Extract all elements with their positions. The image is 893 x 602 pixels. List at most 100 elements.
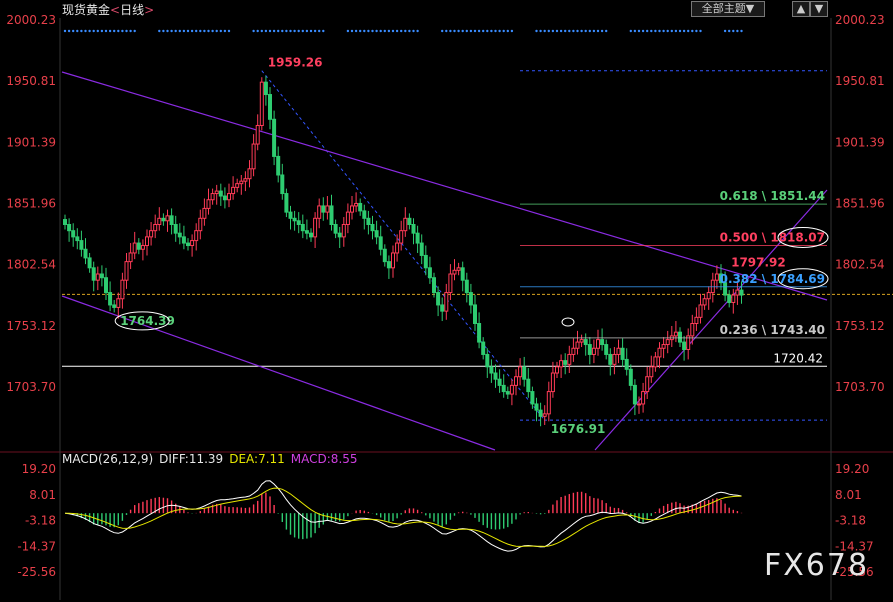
candle-body [628, 368, 633, 386]
candle-body [91, 267, 96, 281]
arrow-down-icon: ▼ [814, 2, 824, 15]
candle-body [153, 223, 158, 232]
candle-body [309, 232, 313, 238]
event-dot [682, 29, 686, 33]
event-dot [588, 29, 591, 33]
event-dot [367, 29, 370, 33]
event-dot [383, 29, 386, 33]
event-dot [559, 29, 563, 33]
candle-body [280, 174, 285, 195]
candle-body [292, 217, 297, 222]
candle-body [259, 81, 264, 126]
candle-body [202, 207, 207, 219]
event-dot [449, 29, 452, 33]
event-dot [363, 29, 366, 33]
event-dot [96, 29, 100, 33]
candle-body [391, 252, 395, 269]
event-dot [227, 29, 231, 33]
candle-body [624, 358, 629, 370]
event-dot [297, 29, 300, 33]
event-dot [88, 29, 91, 33]
candle-body [247, 168, 252, 180]
candle-body [136, 242, 141, 250]
candlestick-chart[interactable]: 1720.42 0.618 \ 1851.44 0.500 \ 1818.07 0.… [0, 0, 893, 602]
event-dot [490, 29, 493, 33]
candle-body [419, 242, 424, 256]
event-dot [498, 29, 501, 33]
event-dot [564, 29, 567, 33]
candle-body [341, 223, 346, 238]
candle-body [120, 279, 125, 300]
event-dot [650, 29, 653, 33]
candle-body [485, 353, 490, 368]
event-dot [281, 29, 284, 33]
candle-body [149, 230, 154, 238]
candle-body [550, 372, 555, 393]
period-selector[interactable]: <日线> [110, 3, 154, 17]
event-dot [465, 29, 468, 33]
price-annotation: 1764.39 [120, 314, 175, 328]
candle-body [75, 236, 80, 242]
price-annotation: 1959.26 [268, 56, 323, 70]
candle-body [378, 236, 383, 250]
event-dot [502, 29, 505, 33]
event-dot [736, 29, 739, 33]
price-tick-right: 1703.70 [835, 380, 885, 394]
period-next[interactable]: > [144, 3, 154, 17]
event-dot [92, 29, 95, 33]
candle-body [386, 261, 391, 269]
candle-body [571, 347, 576, 355]
candle-body [337, 232, 342, 238]
event-dot [494, 29, 497, 33]
candle-body [481, 341, 486, 355]
event-dot [453, 29, 456, 33]
event-dot [190, 29, 194, 33]
candle-body [727, 294, 732, 303]
candle-body [382, 248, 387, 263]
candle-body [161, 217, 166, 222]
macd-tick-left: -25.56 [17, 565, 56, 579]
event-dot [687, 29, 690, 33]
candle-body [104, 277, 108, 294]
scroll-down-button[interactable]: ▼ [810, 1, 828, 17]
candle-body [214, 190, 219, 195]
candle-body [329, 205, 334, 225]
candle-body [530, 391, 535, 405]
candle-body [612, 353, 617, 365]
instrument-name: 现货黄金 [62, 3, 111, 17]
candle-body [690, 323, 695, 337]
event-dot [375, 29, 378, 33]
event-dot [576, 29, 579, 33]
period-prev[interactable]: < [110, 3, 120, 17]
event-dot [486, 29, 489, 33]
scroll-up-button[interactable]: ▲ [792, 1, 810, 17]
candle-body [362, 210, 367, 219]
candle-body [579, 339, 584, 343]
theme-dropdown[interactable]: 全部主题▼ [691, 1, 765, 17]
event-dot [272, 29, 276, 33]
candle-body [95, 273, 100, 281]
event-dot [162, 29, 165, 33]
event-dot [359, 29, 362, 33]
candle-body [637, 403, 641, 406]
event-dot [178, 29, 181, 33]
candle-body [509, 384, 514, 395]
event-dot [166, 29, 169, 33]
macd-tick-left: -14.37 [17, 539, 56, 553]
candle-body [501, 384, 506, 393]
macd-tick-right: 8.01 [835, 488, 862, 502]
candle-body [169, 215, 174, 225]
candle-body [395, 242, 400, 254]
candle-body [128, 252, 133, 263]
period-label: 日线 [120, 3, 145, 17]
candle-body [333, 223, 338, 234]
candle-body [345, 211, 350, 225]
candle-body [702, 298, 707, 306]
event-dot [346, 29, 350, 33]
event-dot [293, 29, 296, 33]
event-dot [408, 29, 411, 33]
candle-body [71, 230, 76, 238]
event-dot [400, 29, 403, 33]
candle-body [542, 413, 547, 417]
event-dot [121, 29, 124, 33]
